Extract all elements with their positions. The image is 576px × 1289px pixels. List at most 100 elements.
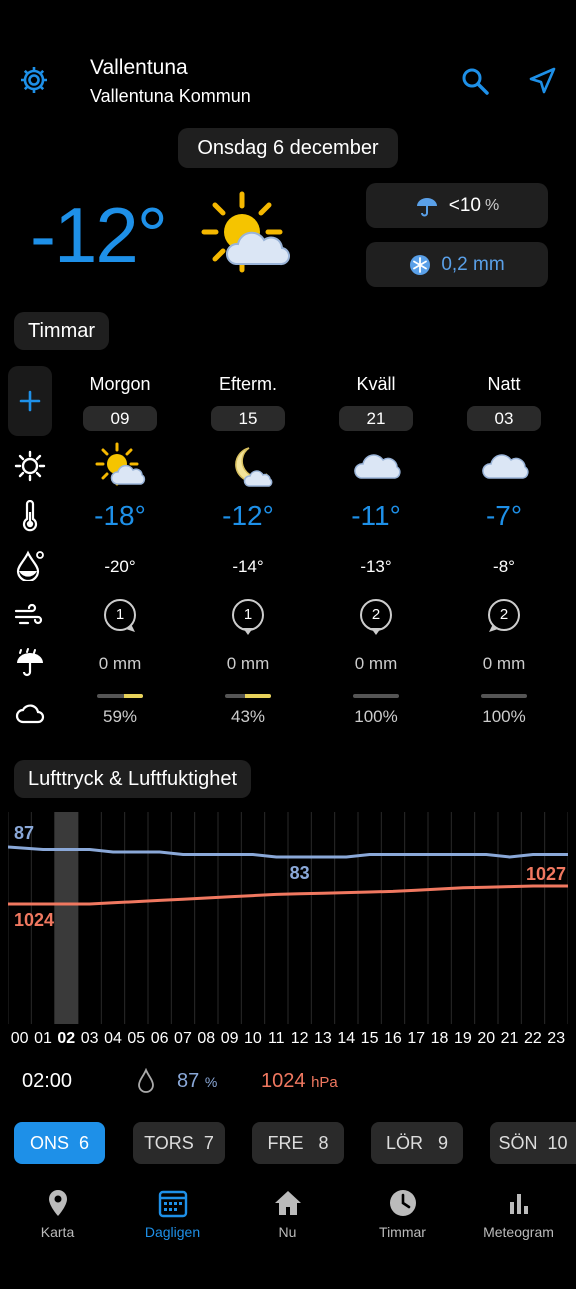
- day-name: LÖR: [385, 1133, 423, 1153]
- period-name: Efterm.: [218, 374, 277, 394]
- hour-tick-label: 01: [34, 1030, 52, 1047]
- umbrella-icon: [416, 197, 437, 216]
- location-arrow-icon[interactable]: [527, 66, 557, 96]
- precip-chance-box: <10 %: [366, 183, 548, 228]
- hour-tick-label: 20: [477, 1030, 496, 1047]
- period-feels: -14°: [232, 557, 264, 576]
- period-precip: 0 mm: [226, 654, 270, 673]
- precip-chance-value: <10: [448, 194, 481, 216]
- nav-label: Nu: [278, 1224, 297, 1240]
- period-feels: -8°: [493, 557, 515, 576]
- wind-icon: [14, 599, 46, 631]
- hour-tick-label: 09: [220, 1030, 239, 1047]
- hour-tick-label: 22: [523, 1030, 542, 1047]
- wind-badge: 1: [193, 598, 303, 636]
- day-tab-lor[interactable]: LÖR 9: [371, 1122, 463, 1164]
- day-tab-ons[interactable]: ONS 6: [14, 1122, 105, 1164]
- cloud-icon: [14, 698, 46, 730]
- period-feels: -13°: [360, 557, 392, 576]
- hour-tick-label: 14: [337, 1030, 356, 1047]
- settings-icon[interactable]: [18, 64, 50, 96]
- day-number: 9: [438, 1133, 449, 1153]
- hour-tick-label: 18: [430, 1030, 449, 1047]
- bar-chart-icon: [509, 1194, 528, 1214]
- drop-icon: [136, 1067, 156, 1094]
- day-name: FRE: [267, 1133, 304, 1153]
- hour-tick-label: 10: [244, 1030, 262, 1047]
- chart-point-label: 1024: [14, 910, 54, 930]
- precip-chance-unit: %: [485, 196, 500, 214]
- nav-label: Meteogram: [483, 1224, 554, 1240]
- wind-value: 1: [115, 606, 125, 623]
- period-precip: 0 mm: [354, 654, 398, 673]
- nav-label: Timmar: [379, 1224, 426, 1240]
- nav-dagligen[interactable]: Dagligen: [115, 1188, 230, 1240]
- readout-time: 02:00: [22, 1070, 73, 1092]
- hour-tick-label: 21: [500, 1030, 519, 1047]
- cloud-bar: [353, 694, 399, 698]
- plus-icon: [19, 390, 41, 412]
- chart-point-label: 1027: [526, 864, 566, 884]
- snow-amount-value: 0,2 mm: [441, 253, 505, 275]
- period-hour: 03: [467, 406, 541, 431]
- day-tab-fre[interactable]: FRE 8: [252, 1122, 344, 1164]
- hour-tick-label: 16: [384, 1030, 402, 1047]
- wind-badge: 2: [321, 598, 431, 636]
- day-tab-tors[interactable]: TORS 7: [133, 1122, 225, 1164]
- nav-label: Dagligen: [144, 1224, 201, 1240]
- day-name: SÖN: [498, 1133, 538, 1153]
- period-temp: -7°: [485, 500, 523, 531]
- nav-karta[interactable]: Karta: [0, 1188, 115, 1240]
- hour-tick-label: 03: [80, 1030, 99, 1047]
- period-cloud: 59%: [102, 707, 138, 726]
- wind-value: 2: [371, 606, 381, 623]
- wind-value: 1: [243, 606, 253, 623]
- sun-icon: [14, 450, 46, 482]
- date-label: Onsdag 6 december: [178, 128, 398, 168]
- thermometer-icon: [14, 499, 46, 532]
- nav-nu[interactable]: Nu: [230, 1188, 345, 1240]
- hour-axis: 00 01 02 03 04 05 06 07 08 09 10 11 12 13 14 15 16 17 18 19…: [8, 1030, 568, 1048]
- period-feels: -20°: [104, 557, 136, 576]
- nav-meteogram[interactable]: Meteogram: [461, 1188, 576, 1240]
- period-name: Natt: [487, 374, 521, 394]
- day-number: 6: [79, 1133, 90, 1153]
- municipality-name: Vallentuna Kommun: [90, 86, 251, 106]
- day-name: TORS: [144, 1133, 194, 1153]
- cloud-bar: [97, 694, 143, 698]
- period-cloud: 43%: [230, 707, 266, 726]
- hour-tick-label: 13: [314, 1030, 332, 1047]
- umbrella-rain-icon: [14, 647, 46, 679]
- period-hour: 15: [211, 406, 285, 431]
- day-number: 10: [547, 1133, 568, 1153]
- calendar-icon: [158, 1190, 187, 1218]
- day-name: ONS: [29, 1133, 69, 1153]
- moon-icon: [223, 442, 275, 495]
- pressure-humidity-chart[interactable]: 87 83 1024 1027: [8, 812, 568, 1024]
- search-icon[interactable]: [460, 66, 490, 96]
- readout-humidity: 87 %: [177, 1070, 217, 1093]
- hour-tick-label: 12: [290, 1030, 309, 1047]
- period-hour: 21: [339, 406, 413, 431]
- humidity-unit: %: [204, 1074, 218, 1090]
- period-cloud: 100%: [482, 707, 526, 726]
- period-temp: -11°: [351, 500, 401, 531]
- nav-timmar[interactable]: Timmar: [345, 1188, 460, 1240]
- add-button[interactable]: [8, 366, 52, 436]
- current-temperature: -12°: [30, 191, 168, 279]
- hour-tick-label: 15: [360, 1030, 379, 1047]
- snow-amount-box: 0,2 mm: [366, 242, 548, 287]
- period-name: Kväll: [356, 374, 396, 394]
- city-name: Vallentuna: [90, 56, 188, 79]
- nav-label: Karta: [40, 1224, 75, 1240]
- period-precip: 0 mm: [482, 654, 526, 673]
- chart-section-title: Lufttryck & Luftfuktighet: [14, 760, 251, 798]
- hour-tick-label: 05: [127, 1030, 146, 1047]
- cloud-bar: [481, 694, 527, 698]
- sun-cloud-icon: [200, 190, 291, 280]
- snowflake-icon: [410, 254, 431, 275]
- day-tab-son[interactable]: SÖN 10: [490, 1122, 576, 1164]
- dew-drop-icon: [14, 549, 46, 583]
- hour-tick-label: 23: [547, 1030, 566, 1047]
- period-cloud: 100%: [354, 707, 398, 726]
